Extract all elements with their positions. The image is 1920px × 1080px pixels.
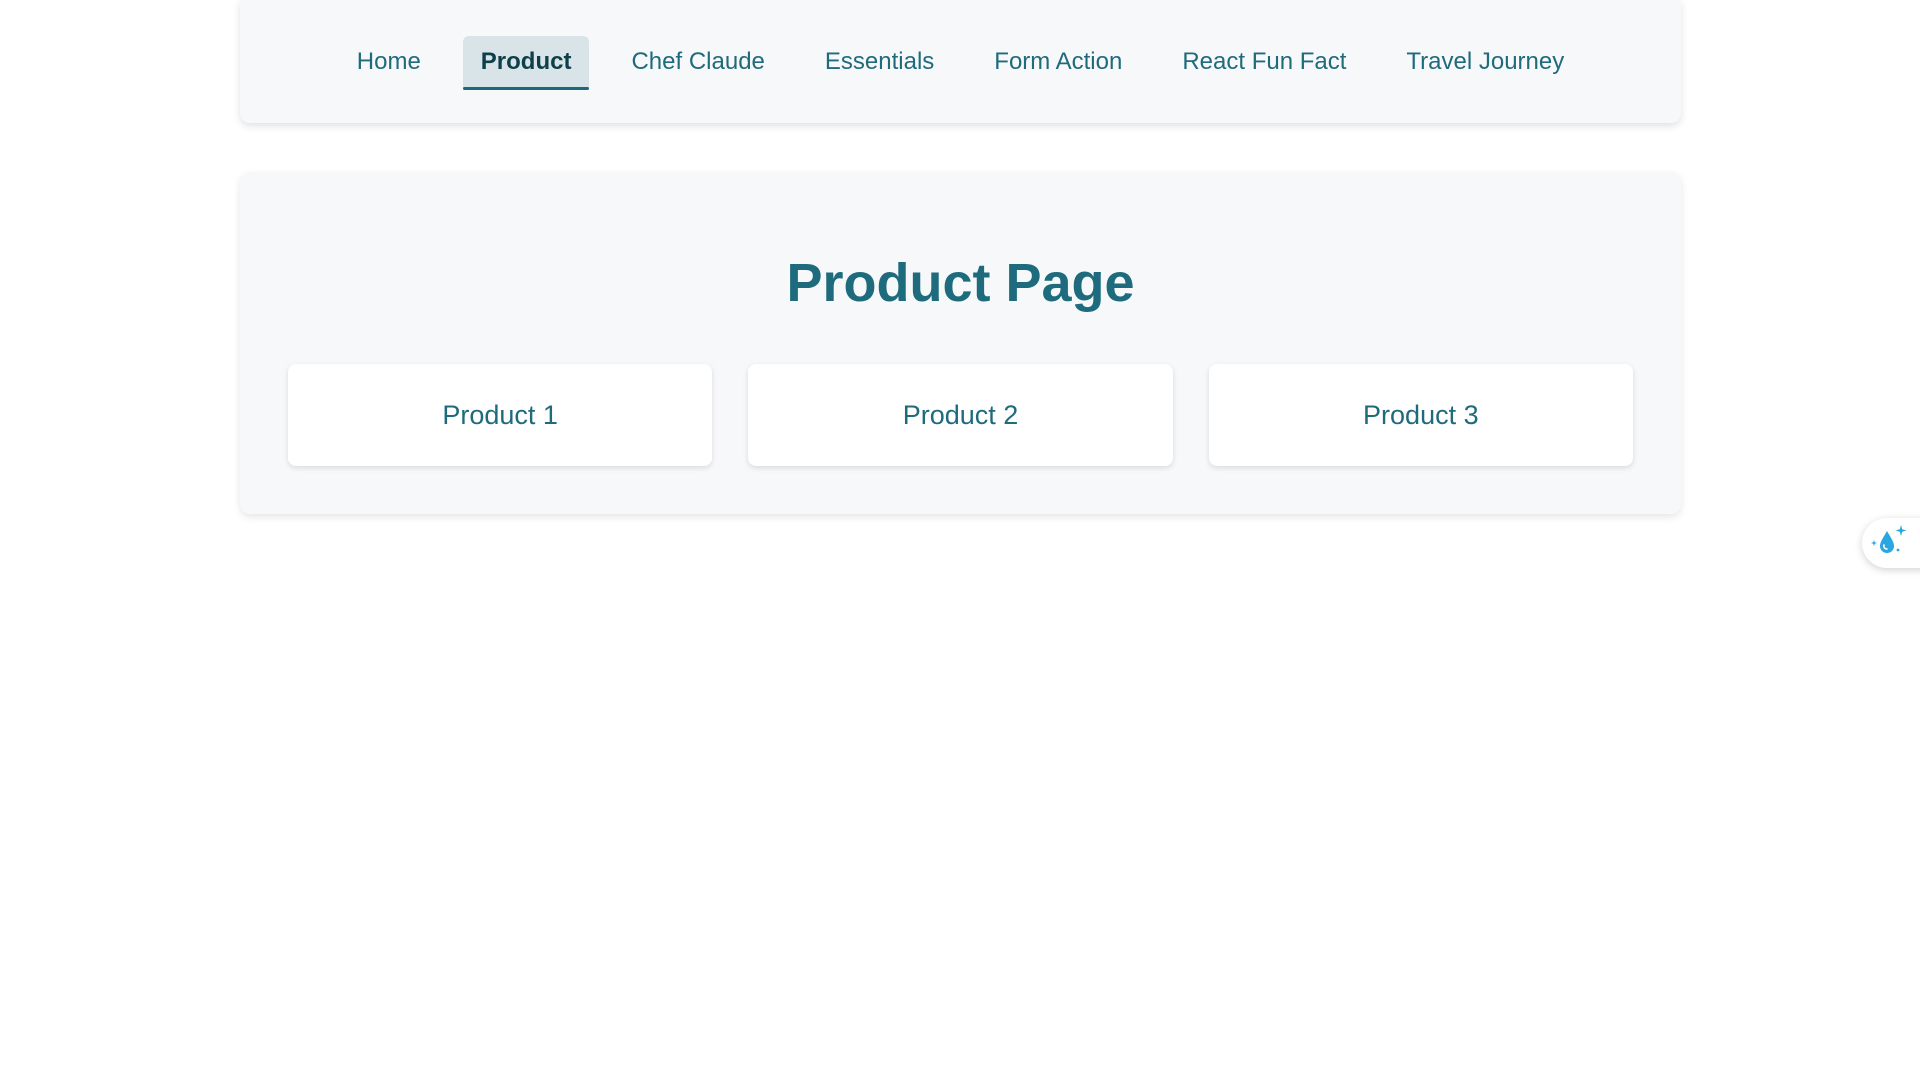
nav-link-travel-journey[interactable]: Travel Journey xyxy=(1388,36,1582,88)
product-card-3[interactable]: Product 3 xyxy=(1208,364,1633,466)
nav-link-react-fun-fact[interactable]: React Fun Fact xyxy=(1164,36,1364,88)
nav-link-product[interactable]: Product xyxy=(462,35,590,90)
product-card-1[interactable]: Product 1 xyxy=(288,364,713,466)
nav-link-chef-claude[interactable]: Chef Claude xyxy=(613,36,782,88)
page-title: Product Page xyxy=(786,253,1135,313)
nav-link-home[interactable]: Home xyxy=(339,36,439,88)
water-drop-sparkle-icon xyxy=(1870,523,1910,564)
floating-assistant-button[interactable] xyxy=(1862,518,1920,568)
nav-link-essentials[interactable]: Essentials xyxy=(807,36,952,88)
top-navigation: Home Product Chef Claude Essentials Form… xyxy=(240,0,1681,123)
product-section: Product Page Product 1 Product 2 Product… xyxy=(240,172,1681,514)
product-list: Product 1 Product 2 Product 3 xyxy=(288,364,1633,466)
nav-link-form-action[interactable]: Form Action xyxy=(976,36,1140,88)
product-card-2[interactable]: Product 2 xyxy=(748,364,1173,466)
